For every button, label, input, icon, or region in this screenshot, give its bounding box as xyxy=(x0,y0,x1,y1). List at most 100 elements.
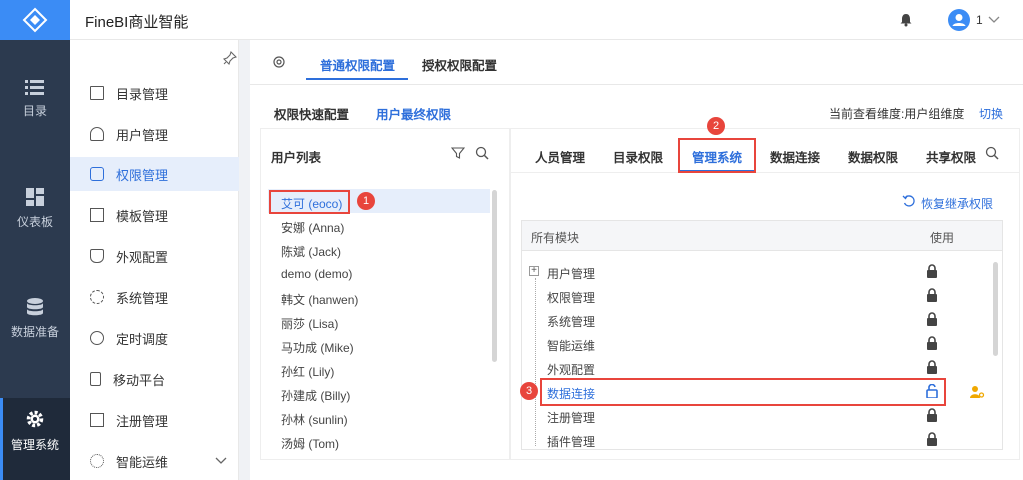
chevron-down-icon[interactable] xyxy=(215,456,227,466)
menu-item-templates[interactable]: 模板管理 xyxy=(70,198,239,232)
user-icon xyxy=(952,14,966,26)
user-list-title: 用户列表 xyxy=(271,151,322,165)
menu-label: 注册管理 xyxy=(116,413,169,429)
catalog-icon xyxy=(90,86,104,100)
list-item[interactable]: 汤姆 (Tom) xyxy=(281,435,339,452)
clock-icon xyxy=(90,331,104,345)
table-row[interactable]: 插件管理 xyxy=(547,433,595,450)
user-icon xyxy=(90,127,104,141)
list-item[interactable]: 孙红 (Lily) xyxy=(281,363,334,380)
col-use-header: 使用 xyxy=(930,231,955,245)
lock-icon[interactable] xyxy=(926,360,938,374)
lock-icon[interactable] xyxy=(926,336,938,350)
perm-tab-data-connection[interactable]: 数据连接 xyxy=(770,147,820,166)
lock-icon[interactable] xyxy=(926,264,938,278)
perm-tab-catalog[interactable]: 目录权限 xyxy=(613,147,663,166)
brush-icon xyxy=(90,249,104,263)
list-item[interactable]: demo (demo) xyxy=(281,267,352,281)
logo-icon xyxy=(22,7,48,33)
search-icon[interactable] xyxy=(985,146,999,160)
switch-link[interactable]: 切换 xyxy=(979,105,1003,122)
menu-item-catalog[interactable]: 目录管理 xyxy=(70,76,239,110)
table-row[interactable]: 智能运维 xyxy=(547,337,595,354)
user-key-icon[interactable] xyxy=(969,385,985,399)
lock-icon[interactable] xyxy=(926,288,938,302)
menu-label: 系统管理 xyxy=(116,290,169,306)
list-item[interactable]: 马功成 (Mike) xyxy=(281,339,354,356)
menu-item-users[interactable]: 用户管理 xyxy=(70,117,239,151)
nav-item-admin[interactable]: 管理系统 xyxy=(0,398,70,480)
table-scrollbar[interactable] xyxy=(993,262,998,356)
filter-icon[interactable] xyxy=(451,146,465,160)
list-item[interactable]: 安娜 (Anna) xyxy=(281,219,344,236)
lock-icon[interactable] xyxy=(926,312,938,326)
expand-toggle[interactable]: + xyxy=(529,266,539,276)
restore-inherit-button[interactable]: 恢复继承权限 xyxy=(921,195,993,212)
tab-grant-permission[interactable]: 授权权限配置 xyxy=(422,55,497,74)
database-icon xyxy=(27,298,43,316)
nav-label: 仪表板 xyxy=(16,215,53,229)
nav-label: 数据准备 xyxy=(10,325,59,339)
table-row[interactable]: 系统管理 xyxy=(547,313,595,330)
menu-item-schedule[interactable]: 定时调度 xyxy=(70,321,239,355)
menu-item-mobile[interactable]: 移动平台 xyxy=(70,362,239,396)
list-item[interactable]: 孙林 (sunlin) xyxy=(281,411,348,428)
perm-tab-share[interactable]: 共享权限 xyxy=(926,147,976,166)
menu-label: 移动平台 xyxy=(113,372,166,388)
template-icon xyxy=(90,208,104,222)
lock-icon[interactable] xyxy=(926,408,938,422)
app-title: FineBI商业智能 xyxy=(85,14,189,31)
tree-line xyxy=(535,278,536,446)
dimension-text: 当前查看维度:用户组维度 xyxy=(829,107,965,121)
perm-tab-data[interactable]: 数据权限 xyxy=(848,147,898,166)
nav-label: 管理系统 xyxy=(10,438,59,452)
highlight-box-user xyxy=(269,190,350,214)
menu-label: 权限管理 xyxy=(116,167,169,183)
menu-label: 用户管理 xyxy=(116,127,169,143)
chevron-down-icon[interactable] xyxy=(988,15,1000,25)
user-label[interactable]: 1 xyxy=(976,13,983,27)
table-row[interactable]: 权限管理 xyxy=(547,289,595,306)
user-list-scrollbar[interactable] xyxy=(492,190,497,362)
app-logo[interactable] xyxy=(0,0,70,40)
menu-item-appearance[interactable]: 外观配置 xyxy=(70,239,239,273)
menu-label: 定时调度 xyxy=(116,331,169,347)
restore-icon[interactable] xyxy=(902,194,916,208)
highlight-box-tab xyxy=(678,138,756,173)
gear-icon xyxy=(26,410,44,428)
nav-item-catalog[interactable]: 目录 xyxy=(0,78,70,138)
step-badge-2: 2 xyxy=(707,117,725,135)
table-row[interactable]: 用户管理 xyxy=(547,265,595,282)
perm-tab-personnel[interactable]: 人员管理 xyxy=(535,147,585,166)
menu-item-permissions[interactable]: 权限管理 xyxy=(70,157,239,191)
bell-icon[interactable] xyxy=(899,13,913,27)
dashboard-icon xyxy=(26,188,44,206)
list-item[interactable]: 丽莎 (Lisa) xyxy=(281,315,338,332)
lock-icon xyxy=(90,167,104,181)
divider xyxy=(250,84,1023,85)
table-row[interactable]: 外观配置 xyxy=(547,361,595,378)
menu-item-registration[interactable]: 注册管理 xyxy=(70,403,239,437)
tab-underline xyxy=(306,78,408,80)
list-item[interactable]: 韩文 (hanwen) xyxy=(281,291,358,308)
list-item[interactable]: 陈斌 (Jack) xyxy=(281,243,341,260)
step-badge-1: 1 xyxy=(357,192,375,210)
table-row[interactable]: 注册管理 xyxy=(547,409,595,426)
menu-label: 外观配置 xyxy=(116,249,169,265)
menu-item-ops[interactable]: 智能运维 xyxy=(70,444,239,478)
settings-icon[interactable] xyxy=(272,55,286,69)
pin-icon[interactable] xyxy=(223,51,237,65)
tab-quick-config[interactable]: 权限快速配置 xyxy=(274,104,349,123)
step-badge-3: 3 xyxy=(520,382,538,400)
list-item[interactable]: 孙建成 (Billy) xyxy=(281,387,350,404)
avatar[interactable] xyxy=(948,9,970,31)
tab-normal-permission[interactable]: 普通权限配置 xyxy=(320,55,395,74)
nav-item-data-prep[interactable]: 数据准备 xyxy=(0,297,70,357)
register-icon xyxy=(90,413,104,427)
search-icon[interactable] xyxy=(475,146,489,160)
lock-icon[interactable] xyxy=(926,432,938,446)
col-modules-header: 所有模块 xyxy=(531,231,580,245)
tab-final-permission[interactable]: 用户最终权限 xyxy=(376,104,451,123)
nav-item-dashboard[interactable]: 仪表板 xyxy=(0,187,70,247)
menu-item-system[interactable]: 系统管理 xyxy=(70,280,239,314)
